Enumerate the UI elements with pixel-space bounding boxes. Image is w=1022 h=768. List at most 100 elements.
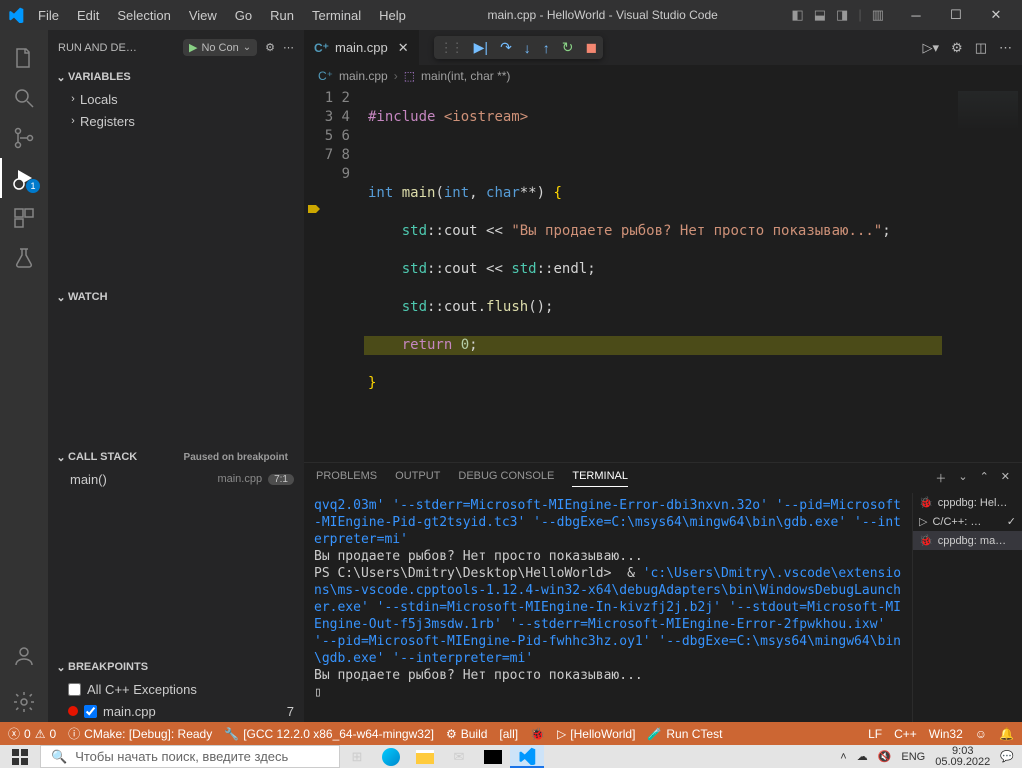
status-cmake[interactable]: ⓘ CMake: [Debug]: Ready — [68, 725, 212, 742]
activity-accounts[interactable] — [0, 636, 48, 676]
menu-terminal[interactable]: Terminal — [304, 4, 369, 27]
menu-selection[interactable]: Selection — [109, 4, 178, 27]
section-callstack[interactable]: ⌄CALL STACKPaused on breakpoint — [48, 446, 304, 468]
callstack-frame[interactable]: main() main.cpp 7:1 — [48, 468, 304, 490]
section-watch[interactable]: ⌄WATCH — [48, 286, 304, 308]
taskbar-search[interactable]: 🔍 Чтобы начать поиск, введите здесь — [40, 745, 340, 768]
toggle-primary-sidebar-icon[interactable]: ◧ — [791, 7, 803, 23]
activity-source-control[interactable] — [0, 118, 48, 158]
status-target[interactable]: [all] — [499, 727, 518, 741]
bp-file-checkbox[interactable] — [84, 705, 97, 718]
status-notifications-icon[interactable]: 🔔 — [999, 727, 1014, 741]
menu-help[interactable]: Help — [371, 4, 414, 27]
step-out-icon[interactable]: ↑ — [543, 40, 550, 56]
menu-file[interactable]: File — [30, 4, 67, 27]
activity-run-debug[interactable]: 1 — [0, 158, 48, 198]
status-platform[interactable]: Win32 — [929, 727, 963, 741]
stop-icon[interactable]: ◼ — [586, 39, 598, 56]
taskbar-vscode[interactable] — [510, 745, 544, 768]
taskbar-explorer[interactable] — [408, 745, 442, 768]
terminal-dropdown-icon[interactable]: ⌄ — [958, 470, 967, 486]
status-eol[interactable]: LF — [868, 727, 882, 741]
terminal-item[interactable]: 🐞cppdbg: ma… — [913, 531, 1022, 550]
continue-icon[interactable]: ▶| — [474, 39, 488, 56]
status-lang[interactable]: C++ — [894, 727, 917, 741]
maximize-panel-icon[interactable]: ⌃ — [980, 470, 989, 486]
menu-run[interactable]: Run — [262, 4, 302, 27]
panel-tab-terminal[interactable]: TERMINAL — [572, 470, 628, 487]
panel-tab-debug-console[interactable]: DEBUG CONSOLE — [458, 470, 554, 486]
more-actions-icon[interactable]: ⋯ — [283, 41, 294, 54]
tray-onedrive-icon[interactable]: ☁ — [857, 750, 868, 763]
activity-extensions[interactable] — [0, 198, 48, 238]
breadcrumbs[interactable]: C⁺ main.cpp › ⬚ main(int, char **) — [304, 65, 1022, 87]
terminal-item[interactable]: 🐞cppdbg: Hel… — [913, 493, 1022, 512]
toggle-panel-icon[interactable]: ⬓ — [814, 7, 826, 23]
toggle-secondary-sidebar-icon[interactable]: ◨ — [836, 7, 848, 23]
status-feedback-icon[interactable]: ☺ — [975, 727, 987, 741]
editor-tab-bar: C⁺ main.cpp ✕ ⋮⋮ ▶| ↷ ↓ ↑ ↻ ◼ ▷▾ ⚙ ◫ ⋯ — [304, 30, 1022, 65]
editor-tab-main-cpp[interactable]: C⁺ main.cpp ✕ — [304, 30, 420, 65]
taskbar-edge[interactable] — [374, 745, 408, 768]
panel-tab-problems[interactable]: PROBLEMS — [316, 470, 377, 486]
close-panel-icon[interactable]: ✕ — [1001, 470, 1010, 486]
section-breakpoints[interactable]: ⌄BREAKPOINTS — [48, 656, 304, 678]
status-build[interactable]: ⚙ Build — [446, 727, 487, 741]
new-terminal-icon[interactable]: ＋ — [935, 470, 946, 486]
panel-tab-output[interactable]: OUTPUT — [395, 470, 440, 486]
variables-locals[interactable]: ›Locals — [66, 88, 304, 110]
debug-settings-icon[interactable]: ⚙ — [265, 41, 275, 54]
run-debug-badge: 1 — [26, 179, 40, 193]
window-close[interactable]: ✕ — [978, 1, 1014, 29]
taskbar-mail[interactable]: ✉ — [442, 745, 476, 768]
menu-view[interactable]: View — [181, 4, 225, 27]
run-code-icon[interactable]: ▷▾ — [923, 40, 940, 56]
window-maximize[interactable]: ☐ — [938, 1, 974, 29]
code-editor[interactable]: 1 2 3 4 5 6 7 8 9 #include <iostream> in… — [304, 87, 1022, 462]
window-minimize[interactable]: ─ — [898, 1, 934, 29]
menu-go[interactable]: Go — [227, 4, 260, 27]
tray-notifications-icon[interactable]: 💬 — [1000, 750, 1014, 763]
breakpoint-item[interactable]: main.cpp 7 — [48, 700, 304, 722]
status-kit[interactable]: 🔧 [GCC 12.2.0 x86_64-w64-mingw32] — [224, 727, 434, 741]
menu-edit[interactable]: Edit — [69, 4, 107, 27]
terminal-output[interactable]: qvq2.03m' '--stderr=Microsoft-MIEngine-E… — [304, 493, 912, 722]
breakpoint-dot-icon — [68, 706, 78, 716]
breakpoint-gutter[interactable] — [304, 87, 324, 462]
status-debug-launch[interactable]: 🐞 — [530, 727, 545, 741]
editor-more-icon[interactable]: ⋯ — [999, 40, 1012, 56]
status-errors[interactable]: ⓧ 0 ⚠ 0 — [8, 725, 56, 742]
customize-layout-icon[interactable]: ▥ — [872, 7, 884, 23]
status-ctest[interactable]: 🧪 Run CTest — [647, 727, 722, 741]
activity-search[interactable] — [0, 78, 48, 118]
debug-toolbar[interactable]: ⋮⋮ ▶| ↷ ↓ ↑ ↻ ◼ — [434, 36, 604, 59]
start-debug-icon[interactable]: ▶ — [189, 41, 197, 54]
restart-icon[interactable]: ↻ — [562, 39, 574, 56]
close-tab-icon[interactable]: ✕ — [398, 40, 409, 56]
minimap[interactable] — [942, 87, 1022, 462]
status-run-launch[interactable]: ▷ [HelloWorld] — [557, 727, 635, 741]
activity-testing[interactable] — [0, 238, 48, 278]
taskbar-terminal[interactable] — [476, 745, 510, 768]
tray-volume-icon[interactable]: 🔇 — [878, 750, 892, 763]
tray-expand-icon[interactable]: ˄ — [840, 751, 846, 763]
editor-settings-icon[interactable]: ⚙ — [951, 40, 963, 56]
cpp-file-icon: C⁺ — [314, 41, 329, 55]
step-into-icon[interactable]: ↓ — [524, 40, 531, 56]
bp-exceptions-checkbox[interactable] — [68, 683, 81, 696]
activity-explorer[interactable] — [0, 38, 48, 78]
code-content[interactable]: #include <iostream> int main(int, char**… — [364, 87, 942, 462]
debug-config-selector[interactable]: ▶ No Con ⌄ — [183, 39, 257, 56]
breakpoint-all-exceptions[interactable]: All C++ Exceptions — [48, 678, 304, 700]
tray-clock[interactable]: 9:0305.09.2022 — [935, 746, 990, 768]
section-variables[interactable]: ⌄VARIABLES — [48, 66, 304, 88]
terminal-item[interactable]: ▷C/C++: …✓ — [913, 512, 1022, 531]
split-editor-icon[interactable]: ◫ — [975, 40, 987, 56]
variables-registers[interactable]: ›Registers — [66, 110, 304, 132]
drag-handle-icon[interactable]: ⋮⋮ — [440, 40, 462, 56]
step-over-icon[interactable]: ↷ — [500, 39, 512, 56]
tray-lang[interactable]: ENG — [901, 751, 925, 763]
activity-settings[interactable] — [0, 682, 48, 722]
start-button[interactable] — [0, 745, 40, 768]
task-view-icon[interactable]: ⊞ — [340, 745, 374, 768]
